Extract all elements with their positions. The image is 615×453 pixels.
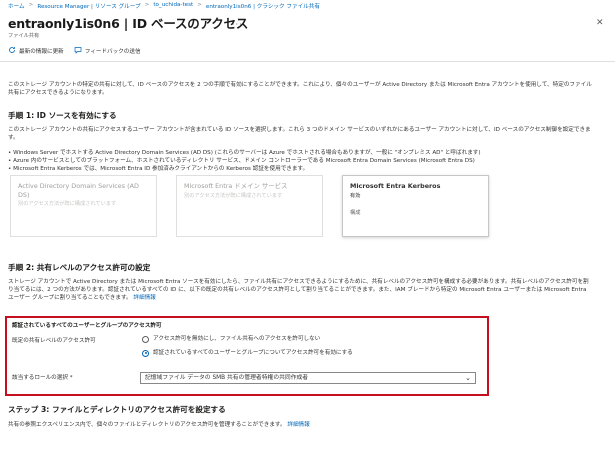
- radio-enable-permissions[interactable]: 認証されているすべてのユーザーとグループについてアクセス許可を有効にする: [142, 349, 353, 357]
- step1-bullet: • Microsoft Entra Kerberos では、Microsoft …: [8, 166, 309, 172]
- refresh-icon: [8, 46, 16, 56]
- breadcrumb-resource-manager[interactable]: Resource Manager | リソース グループ: [37, 2, 140, 10]
- step2-description: ストレージ アカウントで Active Directory または Micros…: [8, 278, 593, 302]
- step1-description: このストレージ アカウントの共有にアクセスするユーザー アカウントが含まれている…: [8, 127, 591, 141]
- radio-disable-permissions[interactable]: アクセス許可を無効にし、ファイル共有へのアクセスを許可しない: [142, 335, 320, 343]
- identity-source-card-entra-kerberos[interactable]: Microsoft Entra Kerberos 有効 構成: [342, 175, 489, 237]
- breadcrumb-resource-group[interactable]: to_uchida-test: [153, 2, 193, 10]
- feedback-button[interactable]: フィードバックの送信: [74, 46, 141, 56]
- default-permission-label: 既定の共有レベルのアクセス許可: [12, 338, 96, 344]
- close-icon[interactable]: ✕: [596, 18, 604, 28]
- role-dropdown-value: 記憶域ファイル データの SMB 共有の管理者特権の共同作成者: [145, 375, 309, 381]
- identity-source-card-entra-ds: Microsoft Entra ドメイン サービス 別のアクセス方法が既に構成さ…: [176, 175, 323, 237]
- breadcrumb-separator: >: [28, 2, 34, 8]
- step1-bullet-text: Microsoft Entra Kerberos では、Microsoft En…: [13, 166, 309, 172]
- breadcrumb: ホーム > Resource Manager | リソース グループ > to_…: [8, 2, 320, 10]
- radio-button-selected[interactable]: [142, 349, 149, 357]
- refresh-label: 最新の情報に更新: [19, 49, 64, 55]
- step3-description: 共有の参照エクスペリエンス内で、個々のファイルとディレクトリのアクセス許可を管理…: [8, 421, 310, 429]
- step3-description-text: 共有の参照エクスペリエンス内で、個々のファイルとディレクトリのアクセス許可を管理…: [8, 422, 286, 428]
- card-title: Active Directory Domain Services (AD DS): [18, 182, 139, 199]
- step1-bullet: • Windows Server でホストする Active Directory…: [8, 150, 481, 156]
- role-dropdown[interactable]: 記憶域ファイル データの SMB 共有の管理者特権の共同作成者 ⌄: [140, 372, 476, 384]
- step3-heading: ステップ 3: ファイルとディレクトリのアクセス許可を設定する: [8, 405, 226, 414]
- step1-bullet-text: Windows Server でホストする Active Directory D…: [13, 150, 481, 156]
- more-options-icon[interactable]: ···: [232, 20, 243, 29]
- radio-button[interactable]: [142, 335, 149, 343]
- radio-label: アクセス許可を無効にし、ファイル共有へのアクセスを許可しない: [153, 336, 321, 342]
- card-title: Microsoft Entra ドメイン サービス: [184, 182, 288, 190]
- breadcrumb-storage-account[interactable]: entraonly1is0n6 | クラシック ファイル共有: [206, 2, 320, 10]
- card-status: 別のアクセス方法が既に構成されています: [184, 192, 283, 199]
- card-status: 別のアクセス方法が既に構成されています: [18, 201, 117, 207]
- configure-link[interactable]: 構成: [350, 209, 481, 216]
- step1-heading: 手順 1: ID ソースを有効にする: [8, 111, 117, 120]
- refresh-button[interactable]: 最新の情報に更新: [8, 46, 64, 56]
- breadcrumb-home[interactable]: ホーム: [8, 2, 25, 10]
- step1-bullet-text: Azure 内のサービスとしてのプラットフォーム、ホストされているディレクトリ …: [13, 158, 475, 164]
- feedback-label: フィードバックの送信: [84, 49, 141, 55]
- feedback-icon: [74, 46, 82, 56]
- toolbar-divider: [0, 61, 615, 62]
- identity-source-card-adds: Active Directory Domain Services (AD DS)…: [10, 175, 157, 237]
- page-title: entraonly1is0n6 | ID ベースのアクセス: [8, 16, 249, 31]
- step2-learn-more-link[interactable]: 詳細情報: [133, 295, 155, 301]
- step2-description-text: ストレージ アカウントで Active Directory または Micros…: [8, 279, 589, 301]
- radio-label: 認証されているすべてのユーザーとグループについてアクセス許可を有効にする: [153, 350, 353, 356]
- intro-text: このストレージ アカウントの特定の共有に対して、ID ベースのアクセスを 2 つ…: [8, 82, 592, 96]
- breadcrumb-separator: >: [144, 2, 150, 8]
- command-bar: 最新の情報に更新 フィードバックの送信: [8, 46, 141, 56]
- page-subtitle: ファイル共有: [8, 33, 40, 39]
- chevron-down-icon: ⌄: [465, 374, 471, 382]
- step3-learn-more-link[interactable]: 詳細情報: [287, 422, 309, 428]
- role-select-label: 該当するロールの選択 *: [12, 375, 73, 381]
- step2-heading: 手順 2: 共有レベルのアクセス許可の設定: [8, 263, 151, 272]
- breadcrumb-separator: >: [197, 2, 202, 8]
- card-status: 有効: [350, 192, 361, 199]
- step1-bullet: • Azure 内のサービスとしてのプラットフォーム、ホストされているディレクト…: [8, 158, 475, 164]
- card-title: Microsoft Entra Kerberos: [350, 182, 441, 190]
- permissions-box-heading: 認証されているすべてのユーザーとグループのアクセス許可: [12, 323, 162, 329]
